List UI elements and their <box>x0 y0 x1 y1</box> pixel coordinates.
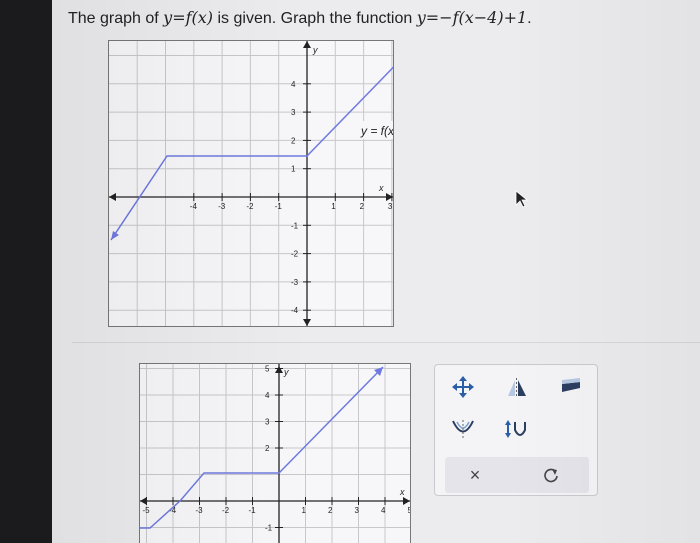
given-graph: -4-3-2-112344321-1-2-3-4 x y y = f(x) <box>108 40 421 327</box>
question-mid: is given. Graph the function <box>213 10 417 27</box>
question-target: y=−f(x−4)+1 <box>416 8 528 27</box>
horizontal-stretch-icon <box>505 420 526 438</box>
shear-icon <box>562 378 580 392</box>
y-axis-arrow-up <box>303 41 311 48</box>
y-tick-label: 4 <box>265 391 270 400</box>
reflect-tool-button[interactable] <box>497 369 537 405</box>
y-tick-label: 1 <box>291 165 296 174</box>
question-lead: The graph of <box>68 10 164 27</box>
answer-graph-canvas[interactable]: -5 -4 -3 -2 -1 1 2 3 4 55432-1 x y <box>140 364 413 543</box>
reflect-icon <box>508 378 526 397</box>
y-tick-label: 2 <box>291 136 296 145</box>
undo-icon <box>544 468 558 483</box>
x-tick-label: -4 <box>190 202 198 211</box>
y-axis-label: y <box>283 367 289 377</box>
undo-button[interactable] <box>531 457 571 493</box>
x-tick-label: 5 <box>408 506 411 515</box>
x-tick-label: 1 <box>331 202 336 211</box>
x-tick-label: -2 <box>222 506 230 515</box>
y-axis-label: y <box>312 45 318 55</box>
shear-tool-button[interactable] <box>551 369 591 405</box>
x-tick-label: -3 <box>196 506 204 515</box>
question-fx: y=f(x) <box>163 8 214 27</box>
x-tick-label: -3 <box>218 202 226 211</box>
y-axis-arrow-down <box>303 319 311 326</box>
y-tick-label: -4 <box>291 306 299 315</box>
vertical-stretch-tool-button[interactable] <box>443 411 483 447</box>
y-tick-label: -1 <box>265 524 273 533</box>
x-tick-label: -1 <box>275 202 283 211</box>
delete-button[interactable]: × <box>455 457 495 493</box>
x-tick-label: 1 <box>302 506 307 515</box>
y-tick-label: 3 <box>265 418 270 427</box>
given-graph-canvas: -4-3-2-112344321-1-2-3-4 x y y = f(x) <box>109 41 421 326</box>
y-tick-label: 2 <box>265 444 270 453</box>
y-tick-label: 3 <box>291 108 296 117</box>
graph-toolbox: × <box>434 364 598 496</box>
x-axis-label: x <box>399 487 405 497</box>
x-axis-label: x <box>378 183 384 193</box>
x-axis-arrow-left <box>140 497 147 505</box>
x-tick-label: 3 <box>355 506 360 515</box>
x-axis-arrow-left <box>109 193 116 201</box>
x-tick-label: -5 <box>143 506 151 515</box>
x-tick-label: 2 <box>360 202 365 211</box>
x-tick-label: -2 <box>246 202 254 211</box>
move-icon <box>452 376 474 398</box>
y-tick-label: 4 <box>291 80 296 89</box>
x-tick-label: 3 <box>388 202 393 211</box>
y-tick-label: 5 <box>265 365 270 374</box>
mouse-cursor-icon <box>515 190 529 208</box>
x-tick-label: 2 <box>328 506 333 515</box>
y-tick-label: -2 <box>291 250 299 259</box>
x-axis-arrow-right <box>403 497 410 505</box>
move-tool-button[interactable] <box>443 369 483 405</box>
x-tick-label: 4 <box>381 506 386 515</box>
x-tick-label: -1 <box>249 506 257 515</box>
y-tick-label: -3 <box>291 278 299 287</box>
y-tick-label: -1 <box>291 221 299 230</box>
vertical-stretch-icon <box>452 420 474 438</box>
y-axis-arrow-up <box>275 366 283 373</box>
section-divider <box>72 342 700 343</box>
question-end: . <box>527 10 532 27</box>
screen: The graph of y=f(x) is given. Graph the … <box>52 0 700 543</box>
question-text: The graph of y=f(x) is given. Graph the … <box>68 8 532 28</box>
curve-label: y = f(x) <box>360 124 393 138</box>
answer-graph[interactable]: -5 -4 -3 -2 -1 1 2 3 4 5 5 4 3 2 -1 x y <box>139 363 413 543</box>
horizontal-stretch-tool-button[interactable] <box>497 411 537 447</box>
f-curve-arrow-left <box>111 231 119 240</box>
